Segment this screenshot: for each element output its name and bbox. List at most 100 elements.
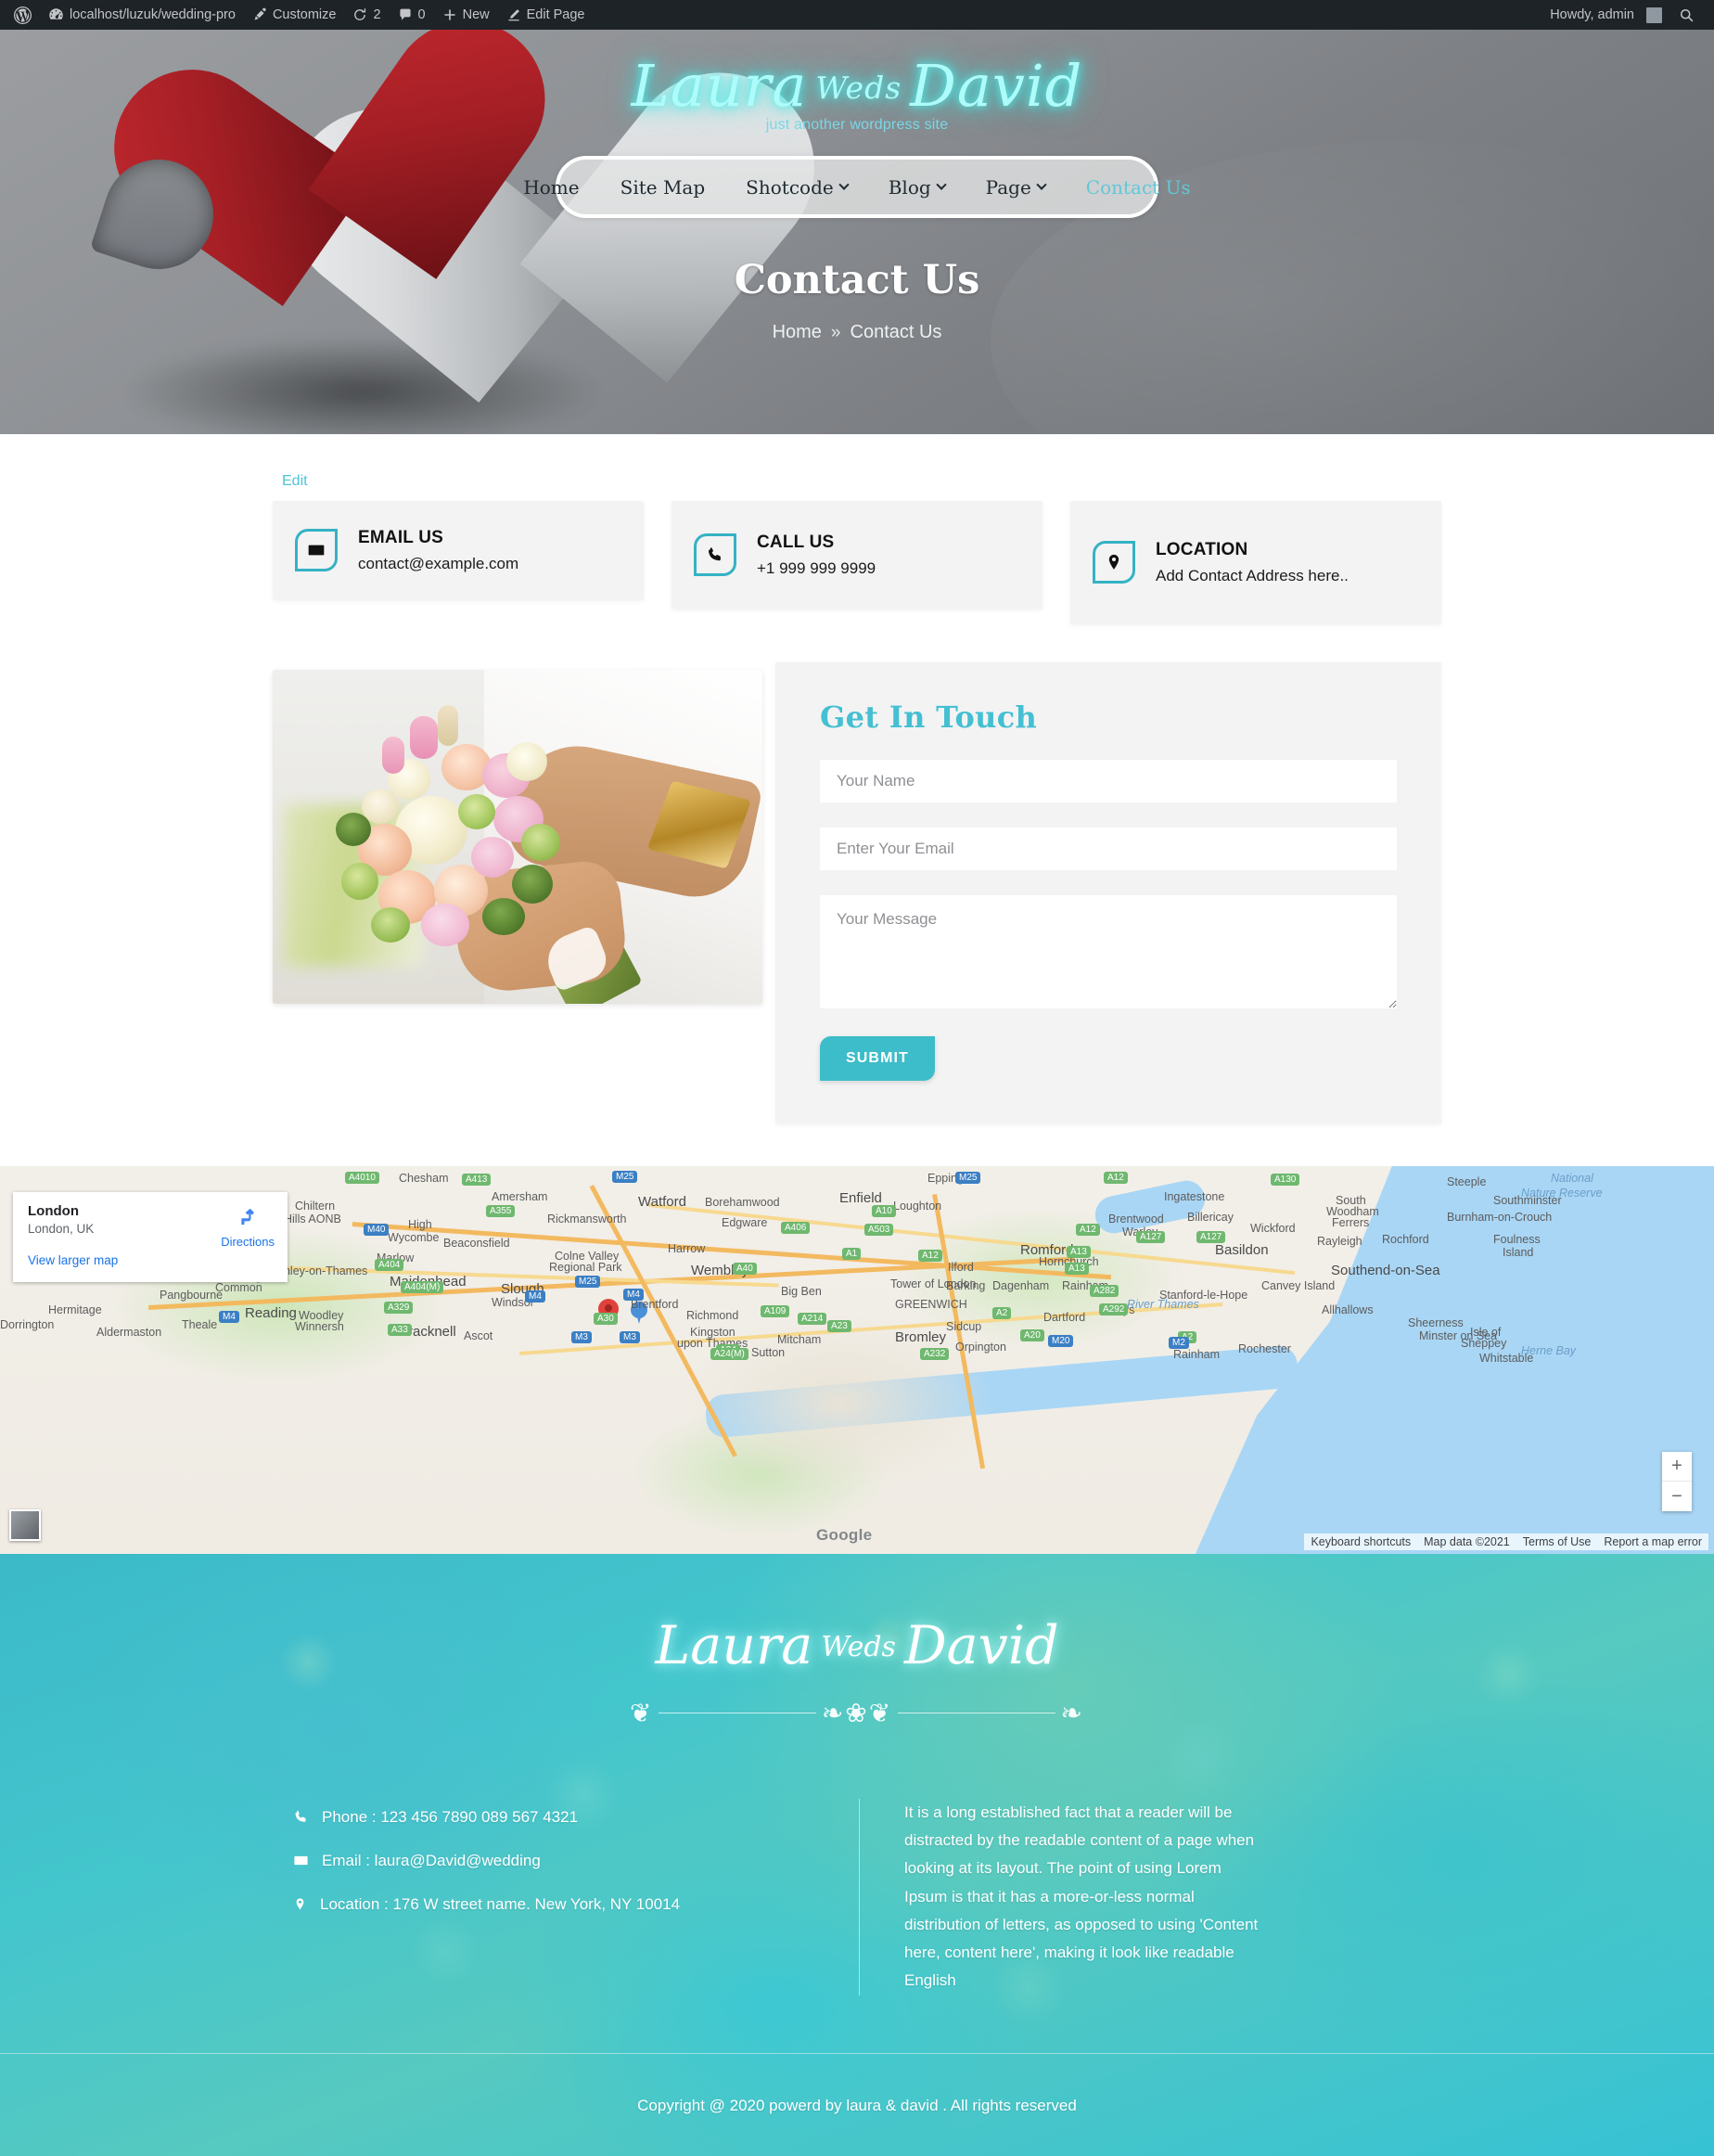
directions-icon <box>241 1208 255 1226</box>
nav-label: Blog <box>888 175 931 199</box>
map-road-shield: A127 <box>1136 1231 1166 1243</box>
directions-button[interactable]: Directions <box>221 1205 275 1249</box>
phone-icon <box>295 1811 306 1823</box>
breadcrumb: Home » Contact Us <box>0 322 1714 343</box>
bride-bouquet-image <box>273 670 762 1004</box>
map-road-shield: M25 <box>955 1172 981 1184</box>
keyboard-shortcuts-link[interactable]: Keyboard shortcuts <box>1304 1534 1418 1550</box>
directions-label: Directions <box>221 1235 275 1249</box>
google-map-embed[interactable]: Chesham Epping Steeple National Nature Reser… <box>0 1164 1714 1554</box>
name-input[interactable] <box>820 760 1397 802</box>
my-account-menu[interactable]: Howdy, admin <box>1541 0 1670 30</box>
wp-logo-menu[interactable] <box>6 0 40 30</box>
comment-icon <box>398 7 413 22</box>
footer-logo-david: David <box>903 1615 1059 1676</box>
map-road-shield: A13 <box>1067 1246 1091 1258</box>
map-road-shield: M25 <box>575 1276 601 1288</box>
footer-location-text: Location : 176 W street name. New York, … <box>320 1894 681 1913</box>
site-title-weds: Weds <box>815 70 902 106</box>
message-input[interactable] <box>820 895 1397 1008</box>
card-text: +1 999 999 9999 <box>757 558 876 577</box>
envelope-icon <box>295 529 338 571</box>
comments-count: 0 <box>417 7 426 22</box>
ornamental-divider: ❦ ❧❀❦ ❧ <box>630 1695 1084 1732</box>
report-map-error-link[interactable]: Report a map error <box>1597 1534 1708 1550</box>
map-road-shield: A404(M) <box>401 1281 444 1293</box>
breadcrumb-home-link[interactable]: Home <box>773 322 822 343</box>
nav-item-page[interactable]: Page <box>966 176 1066 199</box>
nav-label: Shotcode <box>746 175 834 199</box>
view-larger-map-link[interactable]: View larger map <box>28 1253 118 1267</box>
nav-item-home[interactable]: Home <box>503 176 599 199</box>
update-icon <box>352 7 367 22</box>
map-road-shield: A24(M) <box>710 1348 748 1360</box>
map-road-shield: A282 <box>1090 1285 1119 1297</box>
site-logo-title[interactable]: Laura Weds David <box>0 56 1714 116</box>
map-road-shield: A10 <box>872 1205 896 1217</box>
map-road-shield: A232 <box>920 1348 950 1360</box>
map-street-view-thumbnail[interactable] <box>9 1509 41 1541</box>
nav-label: Contact Us <box>1085 175 1191 199</box>
avatar <box>1646 6 1662 23</box>
map-road-shield: A12 <box>918 1250 942 1262</box>
comments-menu[interactable]: 0 <box>390 0 434 30</box>
map-road-shield: A413 <box>462 1174 492 1186</box>
customize-menu[interactable]: Customize <box>244 0 345 30</box>
footer-about-text: It is a long established fact that a rea… <box>904 1803 1259 1990</box>
edit-page-label: Edit Page <box>526 7 585 22</box>
pencil-icon <box>506 7 521 22</box>
map-zoom-controls: + − <box>1662 1452 1692 1511</box>
footer-phone-line: Phone : 123 456 7890 089 567 4321 <box>293 1808 848 1827</box>
bride-photo-column <box>273 662 762 1004</box>
chevron-down-icon <box>838 179 850 190</box>
map-road-shield: A13 <box>1065 1263 1089 1275</box>
map-road-shield: A130 <box>1271 1174 1300 1186</box>
nav-label: Site Map <box>620 175 706 199</box>
location-pin-icon <box>296 1898 304 1910</box>
nav-label: Page <box>985 175 1031 199</box>
contact-cards-row: EMAIL US contact@example.com CALL US +1 … <box>273 501 1441 623</box>
map-zoom-in-button[interactable]: + <box>1662 1452 1692 1482</box>
site-footer: Laura Weds David ❦ ❧❀❦ ❧ Phone : 123 456 7… <box>0 1554 1714 2156</box>
admin-search-button[interactable] <box>1670 0 1703 30</box>
edit-link[interactable]: Edit <box>282 473 308 490</box>
site-name-label: localhost/luzuk/wedding-pro <box>70 7 236 22</box>
terms-of-use-link[interactable]: Terms of Use <box>1516 1534 1598 1550</box>
site-title-laura: Laura <box>631 52 808 120</box>
map-road-shield: M3 <box>620 1331 640 1343</box>
map-marker-secondary[interactable] <box>631 1302 647 1325</box>
submit-button[interactable]: SUBMIT <box>820 1036 935 1081</box>
hero-banner: Laura Weds David just another wordpress si… <box>0 30 1714 434</box>
footer-inner: Laura Weds David ❦ ❧❀❦ ❧ Phone : 123 456 7… <box>0 1618 1714 2053</box>
new-content-menu[interactable]: New <box>434 0 498 30</box>
edit-page-menu[interactable]: Edit Page <box>498 0 594 30</box>
card-text: contact@example.com <box>358 554 519 572</box>
map-road-shield: A12 <box>1076 1224 1100 1236</box>
nav-item-site-map[interactable]: Site Map <box>600 176 726 199</box>
nav-item-blog[interactable]: Blog <box>868 176 966 199</box>
breadcrumb-current: Contact Us <box>850 322 942 343</box>
email-input[interactable] <box>820 828 1397 870</box>
footer-logo[interactable]: Laura Weds David <box>0 1618 1714 1675</box>
nav-item-shotcode[interactable]: Shotcode <box>725 176 868 199</box>
nav-list: Home Site Map Shotcode Blog Page Contact… <box>503 176 1210 199</box>
contact-card-email: EMAIL US contact@example.com <box>273 501 644 599</box>
phone-icon <box>694 533 736 576</box>
map-urban-area <box>686 1315 992 1491</box>
nav-item-contact-us[interactable]: Contact Us <box>1066 176 1211 199</box>
location-pin-icon <box>1093 541 1135 584</box>
chevron-down-icon <box>1036 179 1047 190</box>
map-road-shield: A127 <box>1196 1231 1226 1243</box>
google-wordmark: Google <box>816 1526 873 1544</box>
map-zoom-out-button[interactable]: − <box>1662 1482 1692 1511</box>
site-name-menu[interactable]: localhost/luzuk/wedding-pro <box>40 0 244 30</box>
footer-logo-laura: Laura <box>655 1615 813 1676</box>
divider-right-ornament: ❧ <box>1060 1698 1085 1727</box>
footer-email-text: Email : laura@David@wedding <box>322 1851 541 1869</box>
updates-menu[interactable]: 2 <box>344 0 389 30</box>
map-road-shield: A20 <box>1020 1329 1044 1341</box>
map-road-shield: A109 <box>761 1305 790 1317</box>
site-tagline: just another wordpress site <box>765 117 949 134</box>
primary-navigation: Home Site Map Shotcode Blog Page Contact… <box>523 156 1191 219</box>
search-icon <box>1679 7 1695 23</box>
